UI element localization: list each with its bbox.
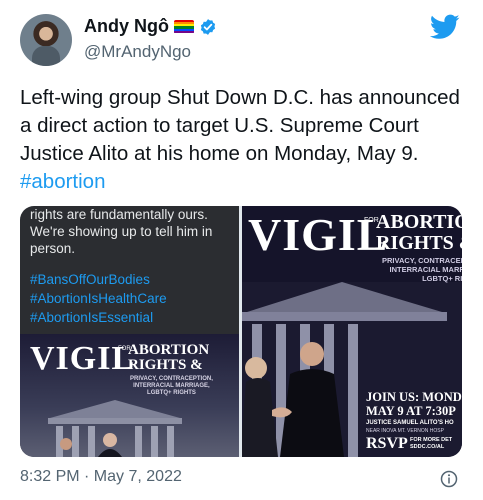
poster-rsvp-line: SDDC.CO/AL — [410, 444, 445, 450]
info-icon[interactable] — [440, 470, 458, 488]
poster-subtitle-line: INTERRACIAL MARRIAG — [389, 265, 462, 274]
poster-time-line: MAY 9 AT 7:30P — [366, 404, 456, 418]
media-image-right[interactable]: VIGIL FOR ABORTION RIGHTS & PRIVACY, CON… — [242, 206, 462, 457]
media-image-left[interactable]: rights are fundamentally ours. We're sho… — [20, 206, 239, 457]
author-name-row[interactable]: Andy Ngô — [84, 16, 217, 37]
twitter-bird-icon[interactable] — [430, 14, 460, 40]
poster-subtitle: PRIVACY, CONTRACEPTIO INTERRACIAL MARRIA… — [382, 256, 462, 283]
supreme-court-building-image — [48, 400, 182, 457]
tweet-body: Left-wing group Shut Down D.C. has annou… — [20, 86, 460, 165]
poster-date-line: JOIN US: MONDA — [366, 390, 462, 404]
screenshot-hashtags: #BansOffOurBodies #AbortionIsHealthCare … — [30, 270, 167, 327]
hashtag-link[interactable]: #abortion — [20, 170, 105, 193]
poster-location-note: NEAR INOVA MT. VERNON HOSP — [366, 428, 444, 434]
hashtag-item: #AbortionIsHealthCare — [30, 291, 167, 306]
poster-rsvp: RSVP — [366, 435, 408, 452]
avatar[interactable] — [20, 14, 72, 66]
poster-subtitle-line: PRIVACY, CONTRACEPTION, — [130, 376, 213, 382]
vigil-poster-small: VIGIL FOR ABORTION RIGHTS & PRIVACY, CON… — [20, 334, 239, 457]
author-handle[interactable]: @MrAndyNgo — [84, 42, 191, 62]
rainbow-flag-icon — [174, 19, 194, 34]
hashtag-item: #AbortionIsEssential — [30, 310, 154, 325]
tweet-media[interactable]: rights are fundamentally ours. We're sho… — [20, 206, 462, 457]
poster-subtitle-line: PRIVACY, CONTRACEPTIO — [382, 256, 462, 265]
hashtag-item: #BansOffOurBodies — [30, 272, 150, 287]
poster-location: JUSTICE SAMUEL ALITO'S HO — [366, 420, 454, 426]
verified-badge-icon — [200, 18, 216, 35]
screenshot-text: rights are fundamentally ours. We're sho… — [30, 207, 213, 256]
poster-event-details: JOIN US: MONDA MAY 9 AT 7:30P — [366, 390, 462, 418]
poster-rsvp-line: FOR MORE DET — [410, 437, 453, 443]
poster-subtitle: PRIVACY, CONTRACEPTION, INTERRACIAL MARR… — [130, 376, 213, 397]
poster-title-line: ABORTION — [376, 211, 462, 233]
poster-title-line: RIGHTS & — [376, 232, 462, 254]
poster-title: ABORTION RIGHTS & — [128, 343, 209, 373]
poster-title: ABORTION RIGHTS & — [376, 212, 462, 254]
author-name[interactable]: Andy Ngô — [84, 16, 169, 37]
poster-rsvp-details: FOR MORE DET SDDC.CO/AL — [410, 437, 452, 451]
poster-title-line: ABORTION — [128, 342, 210, 358]
poster-subtitle-line: INTERRACIAL MARRIAGE, — [133, 383, 210, 389]
poster-for-word: FOR — [364, 217, 379, 224]
poster-title-line: RIGHTS & — [128, 357, 203, 373]
poster-for-word: FOR — [118, 346, 131, 352]
poster-subtitle-line: LGBTQ+ RIGHTS — [147, 390, 196, 396]
tweet-text: Left-wing group Shut Down D.C. has annou… — [20, 84, 470, 196]
tweet-timestamp[interactable]: 8:32 PM · May 7, 2022 — [20, 468, 182, 486]
poster-subtitle-line: LGBTQ+ RIGHT — [422, 274, 462, 283]
